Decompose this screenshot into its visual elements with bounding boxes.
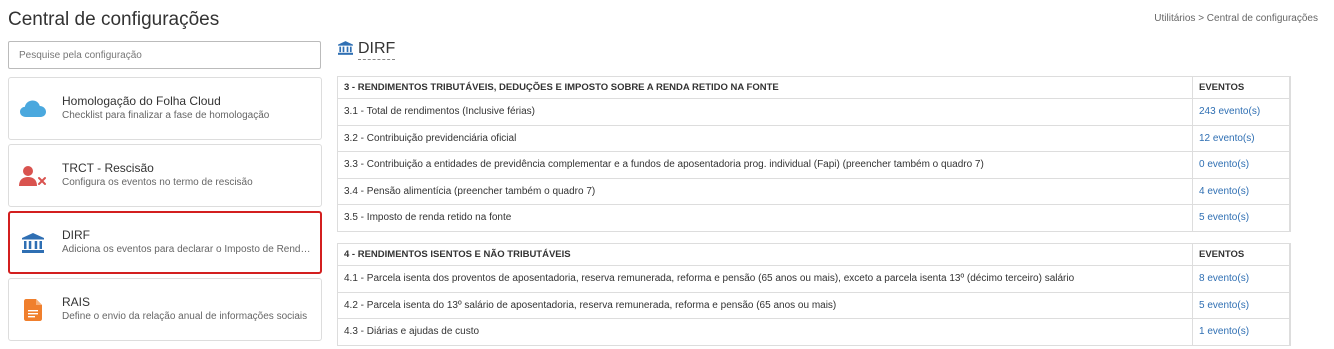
- row-events-link[interactable]: 8 evento(s): [1192, 265, 1290, 293]
- table-row: 4.2 - Parcela isenta do 13º salário de a…: [337, 291, 1291, 319]
- table-header-row: 3 - RENDIMENTOS TRIBUTÁVEIS, DEDUÇÕES E …: [337, 76, 1291, 99]
- card-rais[interactable]: RAIS Define o envio da relação anual de …: [8, 278, 322, 341]
- search-input[interactable]: [8, 41, 321, 69]
- bank-icon: [19, 229, 47, 257]
- table-header-actions: [1289, 76, 1291, 99]
- row-label: 3.5 - Imposto de renda retido na fonte: [337, 204, 1193, 232]
- dirf-table-4: 4 - RENDIMENTOS ISENTOS E NÃO TRIBUTÁVEI…: [337, 243, 1291, 346]
- row-events-link[interactable]: 12 evento(s): [1192, 124, 1290, 152]
- card-title: RAIS: [62, 295, 91, 309]
- row-events-link[interactable]: 1 evento(s): [1192, 318, 1290, 346]
- table-row: 3.2 - Contribuição previdenciária oficia…: [337, 124, 1291, 152]
- row-menu-icon[interactable]: ⋮: [1289, 204, 1291, 232]
- table-row: 4.1 - Parcela isenta dos proventos de ap…: [337, 265, 1291, 293]
- user-remove-icon: [19, 162, 47, 190]
- table-row: 4.3 - Diárias e ajudas de custo 1 evento…: [337, 318, 1291, 346]
- card-title: TRCT - Rescisão: [62, 161, 154, 175]
- card-homologacao[interactable]: Homologação do Folha Cloud Checklist par…: [8, 77, 322, 140]
- breadcrumb[interactable]: Utilitários > Central de configurações: [1154, 13, 1318, 24]
- cloud-icon: [19, 95, 47, 123]
- table-header-title: 3 - RENDIMENTOS TRIBUTÁVEIS, DEDUÇÕES E …: [337, 76, 1193, 99]
- row-menu-icon[interactable]: ⋮: [1289, 291, 1291, 319]
- row-menu-icon[interactable]: ⋮: [1289, 98, 1291, 126]
- table-row: 3.4 - Pensão alimentícia (preencher tamb…: [337, 177, 1291, 205]
- section-title: DIRF: [338, 40, 396, 60]
- table-header-title: 4 - RENDIMENTOS ISENTOS E NÃO TRIBUTÁVEI…: [337, 243, 1193, 266]
- row-label: 3.3 - Contribuição a entidades de previd…: [337, 151, 1193, 179]
- row-label: 3.4 - Pensão alimentícia (preencher tamb…: [337, 177, 1193, 205]
- row-menu-icon[interactable]: ⋮: [1289, 265, 1291, 293]
- card-subtitle: Adiciona os eventos para declarar o Impo…: [62, 244, 312, 255]
- card-title: Homologação do Folha Cloud: [62, 94, 221, 108]
- table-header-actions: [1289, 243, 1291, 266]
- table-header-events: EVENTOS: [1192, 243, 1290, 266]
- row-menu-icon[interactable]: ⋮: [1289, 151, 1291, 179]
- row-label: 4.1 - Parcela isenta dos proventos de ap…: [337, 265, 1193, 293]
- table-row: 3.3 - Contribuição a entidades de previd…: [337, 151, 1291, 179]
- row-events-link[interactable]: 0 evento(s): [1192, 151, 1290, 179]
- row-menu-icon[interactable]: ⋮: [1289, 124, 1291, 152]
- card-subtitle: Define o envio da relação anual de infor…: [62, 311, 308, 322]
- table-row: 3.5 - Imposto de renda retido na fonte 5…: [337, 204, 1291, 232]
- row-label: 3.2 - Contribuição previdenciária oficia…: [337, 124, 1193, 152]
- card-subtitle: Checklist para finalizar a fase de homol…: [62, 110, 270, 121]
- section-title-text: DIRF: [358, 40, 396, 60]
- table-header-events: EVENTOS: [1192, 76, 1290, 99]
- document-icon: [19, 296, 47, 324]
- page-title: Central de configurações: [8, 9, 220, 30]
- row-label: 4.3 - Diárias e ajudas de custo: [337, 318, 1193, 346]
- config-card-list: Homologação do Folha Cloud Checklist par…: [8, 77, 322, 345]
- row-menu-icon[interactable]: ⋮: [1289, 318, 1291, 346]
- row-events-link[interactable]: 5 evento(s): [1192, 204, 1290, 232]
- row-events-link[interactable]: 4 evento(s): [1192, 177, 1290, 205]
- row-events-link[interactable]: 243 evento(s): [1192, 98, 1290, 126]
- card-trct[interactable]: TRCT - Rescisão Configura os eventos no …: [8, 144, 322, 207]
- row-menu-icon[interactable]: ⋮: [1289, 177, 1291, 205]
- card-dirf[interactable]: DIRF Adiciona os eventos para declarar o…: [8, 211, 322, 274]
- card-title: DIRF: [62, 228, 90, 242]
- row-label: 4.2 - Parcela isenta do 13º salário de a…: [337, 291, 1193, 319]
- table-row: 3.1 - Total de rendimentos (Inclusive fé…: [337, 98, 1291, 126]
- card-subtitle: Configura os eventos no termo de rescisã…: [62, 177, 253, 188]
- bank-icon: [338, 40, 353, 60]
- row-label: 3.1 - Total de rendimentos (Inclusive fé…: [337, 98, 1193, 126]
- row-events-link[interactable]: 5 evento(s): [1192, 291, 1290, 319]
- dirf-table-3: 3 - RENDIMENTOS TRIBUTÁVEIS, DEDUÇÕES E …: [337, 76, 1291, 232]
- table-header-row: 4 - RENDIMENTOS ISENTOS E NÃO TRIBUTÁVEI…: [337, 243, 1291, 266]
